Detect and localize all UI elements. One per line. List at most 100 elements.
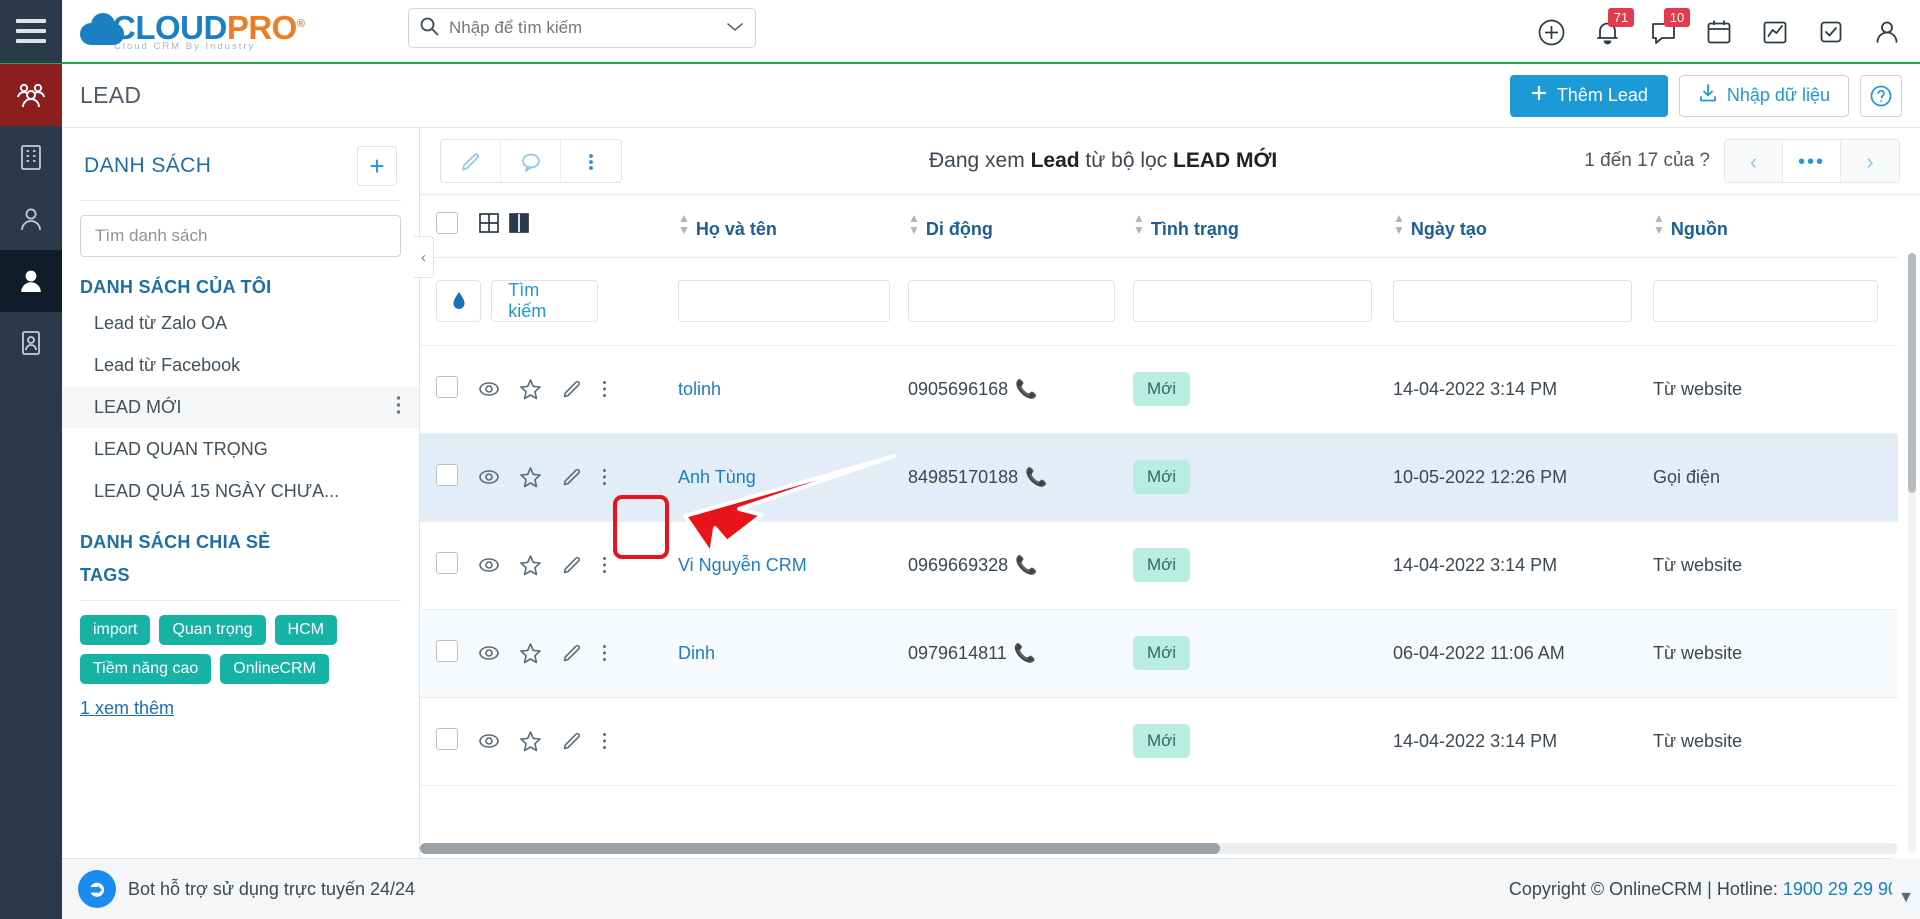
list-search-input[interactable] [95,226,386,246]
phone-icon[interactable]: 📞 [1014,643,1036,663]
sort-icon[interactable]: ▲ ▼ [1653,212,1665,236]
user-account-icon[interactable] [1872,17,1902,47]
scroll-down-indicator-icon[interactable]: ▼ [1892,858,1920,919]
table-row[interactable]: tolinh 0905696168 📞 Mới 14-04-2022 3:14 P… [420,345,1898,434]
clear-filter-icon[interactable] [436,280,482,322]
column-header-name[interactable]: ▲ ▼ Họ và tên [678,195,908,258]
table-row[interactable]: Mới 14-04-2022 3:14 PM Từ website [420,697,1898,786]
rail-item-document[interactable] [0,312,62,374]
vertical-scrollbar-thumb[interactable] [1908,253,1916,493]
cell-name[interactable]: Anh Tùng [678,433,908,522]
cell-name[interactable] [678,697,908,786]
edit-pencil-icon[interactable] [561,378,583,400]
column-header-source[interactable]: ▲ ▼ Nguồn [1653,195,1898,258]
tag-chip[interactable]: import [80,615,151,645]
list-search[interactable] [80,215,401,257]
rail-item-contacts[interactable] [0,64,62,126]
add-circle-icon[interactable] [1536,17,1566,47]
sort-icon[interactable]: ▲ ▼ [908,212,920,236]
favorite-star-icon[interactable] [519,466,542,489]
cell-name[interactable]: tolinh [678,345,908,434]
add-list-button[interactable]: + [357,146,397,186]
search-input[interactable] [449,18,725,38]
chart-icon[interactable] [1760,17,1790,47]
phone-icon[interactable]: 📞 [1015,555,1037,575]
tag-chip[interactable]: OnlineCRM [220,654,329,684]
phone-icon[interactable]: 📞 [1015,379,1037,399]
edit-pencil-icon[interactable] [561,466,583,488]
see-more-link[interactable]: 1 xem thêm [80,698,401,719]
help-icon[interactable] [1860,74,1902,117]
row-checkbox[interactable] [436,375,458,398]
edit-pencil-icon[interactable] [561,642,583,664]
bell-icon[interactable]: 71 [1592,8,1634,47]
phone-icon[interactable]: 📞 [1025,467,1047,487]
view-eye-icon[interactable] [478,378,500,400]
cell-name[interactable]: Vi Nguyễn CRM [678,521,908,610]
favorite-star-icon[interactable] [519,378,542,401]
view-eye-icon[interactable] [478,554,500,576]
more-vertical-icon[interactable] [602,467,607,487]
more-vertical-icon[interactable] [561,140,621,182]
row-checkbox[interactable] [436,727,458,750]
horizontal-scrollbar-thumb[interactable] [420,843,1220,854]
lead-name-link[interactable]: Vi Nguyễn CRM [678,555,807,575]
filter-input-phone[interactable] [908,280,1115,322]
row-checkbox[interactable] [436,463,458,486]
lead-name-link[interactable]: Anh Tùng [678,467,756,487]
more-vertical-icon[interactable] [602,731,607,751]
column-header-phone[interactable]: ▲ ▼ Di động [908,195,1133,258]
add-lead-button[interactable]: Thêm Lead [1509,74,1668,117]
group-shared-lists[interactable]: DANH SÁCH CHIA SẺ [80,532,401,553]
edit-pencil-icon[interactable] [561,730,583,752]
column-header-created[interactable]: ▲ ▼ Ngày tạo [1393,195,1653,258]
sort-icon[interactable]: ▲ ▼ [1393,212,1405,236]
messenger-icon[interactable]: ➲ [78,870,116,908]
sort-icon[interactable]: ▲ ▼ [1133,212,1145,236]
split-view-icon[interactable] [508,212,530,239]
grid-view-icon[interactable] [478,212,500,239]
cell-name[interactable]: Dinh [678,609,908,698]
view-eye-icon[interactable] [478,466,500,488]
select-all-checkbox[interactable] [436,212,458,235]
pagination-next-button[interactable]: › [1841,140,1899,182]
search-filter-button[interactable]: Tìm kiếm [491,280,598,322]
table-row[interactable]: Dinh 0979614811 📞 Mới 06-04-2022 11:06 AM… [420,609,1898,698]
row-checkbox[interactable] [436,639,458,662]
rail-item-person[interactable] [0,188,62,250]
logo[interactable]: CLOUDPRO® Cloud CRM By Industry [80,11,305,52]
import-data-button[interactable]: Nhập dữ liệu [1678,74,1849,117]
see-more-label[interactable]: 1 xem thêm [80,698,174,718]
view-eye-icon[interactable] [478,642,500,664]
tag-chip[interactable]: HCM [274,615,337,645]
view-eye-icon[interactable] [478,730,500,752]
row-checkbox[interactable] [436,551,458,574]
pagination-more-button[interactable]: ••• [1783,140,1841,182]
column-header-status[interactable]: ▲ ▼ Tình trạng [1133,195,1393,258]
filter-input-created[interactable] [1393,280,1633,322]
tag-chip[interactable]: Quan trọng [159,615,266,645]
sidebar-item-facebook[interactable]: Lead từ Facebook [62,344,419,386]
chevron-down-icon[interactable] [725,21,745,36]
favorite-star-icon[interactable] [519,554,542,577]
lead-name-link[interactable]: Dinh [678,643,715,663]
favorite-star-icon[interactable] [519,730,542,753]
group-tags[interactable]: TAGS [80,565,401,586]
more-vertical-icon[interactable] [602,555,607,575]
pagination-prev-button[interactable]: ‹ [1725,140,1783,182]
collapse-panel-handle[interactable]: ‹ [414,236,434,278]
favorite-star-icon[interactable] [519,642,542,665]
footer-bot-widget[interactable]: ➲ Bot hỗ trợ sử dụng trực tuyến 24/24 [78,870,415,908]
sidebar-item-lead-qua-15-ngay[interactable]: LEAD QUÁ 15 NGÀY CHƯA... [62,470,419,512]
table-row[interactable]: Anh Tùng 84985170188 📞 Mới 10-05-2022 12:… [420,433,1898,522]
global-search[interactable] [408,8,756,48]
chat-icon[interactable]: 10 [1648,8,1690,47]
calendar-icon[interactable] [1704,17,1734,47]
sidebar-item-zalo[interactable]: Lead từ Zalo OA [62,302,419,344]
table-row[interactable]: Vi Nguyễn CRM 0969669328 📞 Mới 14-04-2022… [420,521,1898,610]
task-check-icon[interactable] [1816,17,1846,47]
sidebar-item-lead-moi[interactable]: LEAD MỚI [62,386,419,428]
more-vertical-icon[interactable] [602,379,607,399]
hamburger-menu-icon[interactable] [0,0,62,63]
hotline-number[interactable]: 1900 29 29 90 [1783,879,1898,899]
